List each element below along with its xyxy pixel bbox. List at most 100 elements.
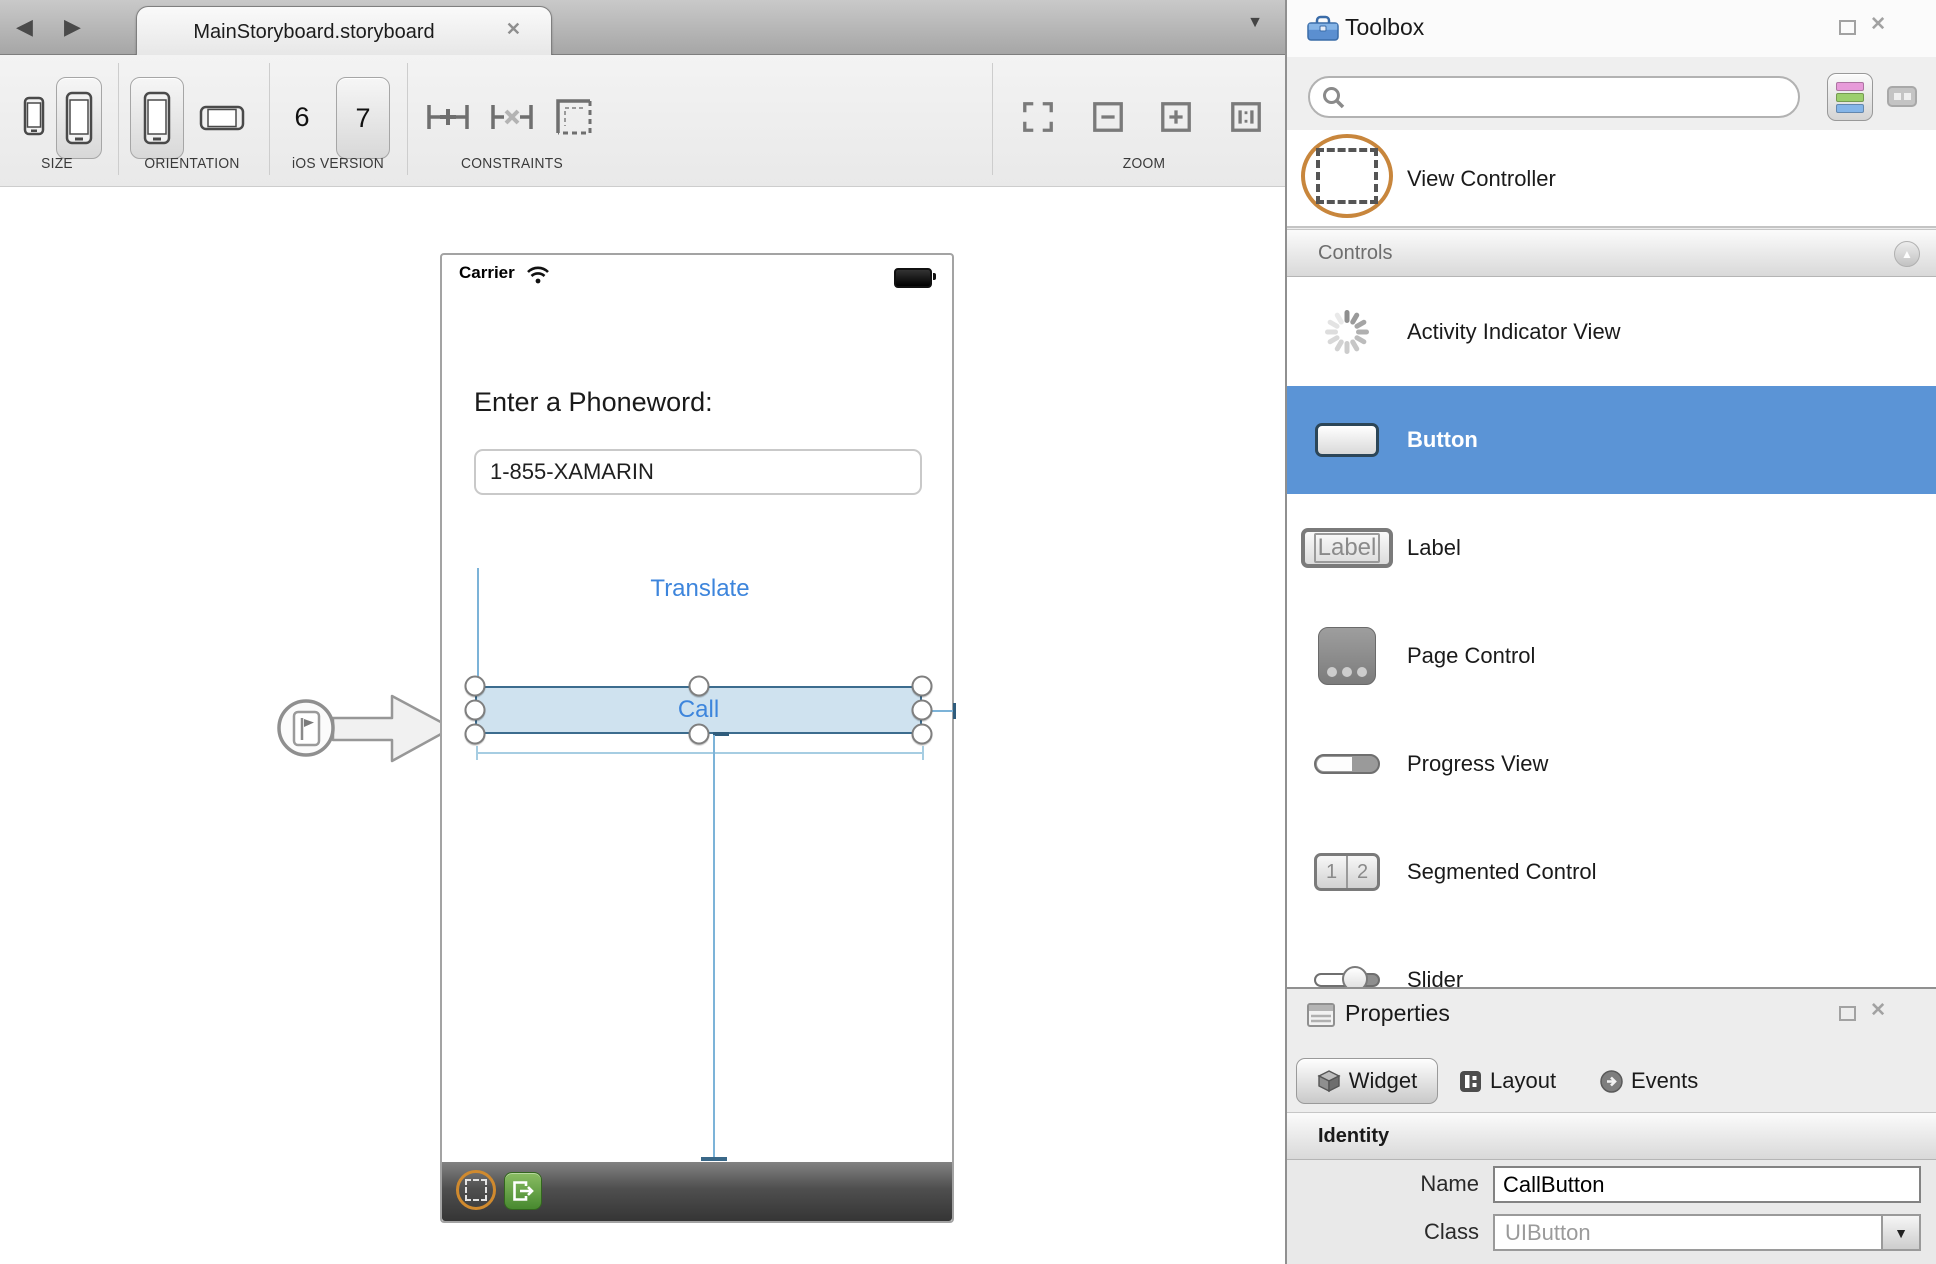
zoom-in-icon xyxy=(1159,100,1193,134)
update-frames-button[interactable] xyxy=(552,97,596,137)
resize-handle-mid-right[interactable] xyxy=(912,700,933,721)
resize-handle-mid-left[interactable] xyxy=(465,700,486,721)
chevron-down-icon: ▼ xyxy=(1894,1225,1908,1241)
page-control-icon xyxy=(1318,627,1376,685)
back-icon[interactable]: ◀ xyxy=(16,14,33,40)
class-combo[interactable]: UIButton ▼ xyxy=(1493,1214,1921,1251)
list-item-label: Page Control xyxy=(1407,602,1535,710)
cube-icon xyxy=(1317,1069,1341,1093)
resize-handle-bottom-right[interactable] xyxy=(912,724,933,745)
zoom-actual-size-button[interactable] xyxy=(1226,97,1266,137)
name-input[interactable] xyxy=(1493,1166,1921,1203)
tab-events[interactable]: Events xyxy=(1600,1058,1698,1104)
status-bar-carrier: Carrier xyxy=(459,263,515,283)
toolbox-view-controller-row[interactable]: View Controller xyxy=(1287,130,1936,228)
toolbar-divider xyxy=(118,63,119,175)
close-icon[interactable]: ✕ xyxy=(1870,999,1886,1022)
phone-design-surface[interactable]: Carrier Enter a Phoneword: 1-855-XAMARIN… xyxy=(440,253,954,1223)
dock-icon[interactable] xyxy=(1839,1006,1856,1021)
phone-number-field[interactable]: 1-855-XAMARIN xyxy=(474,449,922,495)
collapse-icon[interactable]: ▲ xyxy=(1894,241,1920,267)
phone-portrait-icon xyxy=(143,91,171,145)
list-item-page-control[interactable]: Page Control xyxy=(1287,602,1936,710)
constraint-vline-left xyxy=(477,568,479,687)
list-item-segmented-control[interactable]: 1 2 Segmented Control xyxy=(1287,818,1936,926)
list-item-label: Button xyxy=(1407,386,1478,494)
tab-layout[interactable]: Layout xyxy=(1459,1058,1556,1104)
label-icon-text: Label xyxy=(1314,533,1381,563)
add-constraint-button[interactable] xyxy=(424,97,472,137)
tab-events-label: Events xyxy=(1631,1068,1698,1094)
category-blue-bar xyxy=(1836,104,1864,113)
zoom-out-button[interactable] xyxy=(1088,97,1128,137)
flag-icon xyxy=(294,712,319,745)
constraints-label: CONSTRAINTS xyxy=(451,155,572,172)
controls-section-header[interactable]: Controls ▲ xyxy=(1287,229,1936,277)
identity-section-header: Identity xyxy=(1287,1112,1936,1160)
size-small-phone-button[interactable] xyxy=(20,93,48,139)
list-item-slider[interactable]: Slider xyxy=(1287,926,1936,987)
clear-constraints-icon xyxy=(490,99,534,135)
compact-view-button[interactable] xyxy=(1887,86,1917,107)
tab-close-icon[interactable]: ✕ xyxy=(506,19,521,40)
ios-version-label: iOS VERSION xyxy=(277,155,398,172)
resize-handle-bottom-center[interactable] xyxy=(689,724,710,745)
identity-form: Name Class UIButton ▼ xyxy=(1287,1160,1936,1264)
forward-icon[interactable]: ▶ xyxy=(64,14,81,40)
view-controller-icon[interactable] xyxy=(456,1170,496,1210)
translate-button[interactable]: Translate xyxy=(625,575,775,603)
class-combo-dropdown-button[interactable]: ▼ xyxy=(1881,1216,1919,1249)
zoom-out-icon xyxy=(1091,100,1125,134)
close-icon[interactable]: ✕ xyxy=(1870,13,1886,36)
resize-handle-bottom-left[interactable] xyxy=(465,724,486,745)
phone-small-icon xyxy=(23,96,45,136)
orientation-label: ORIENTATION xyxy=(130,155,253,172)
list-item-label: Segmented Control xyxy=(1407,818,1597,926)
list-item-label: Slider xyxy=(1407,926,1463,987)
toolbox-header: Toolbox ✕ xyxy=(1287,0,1936,57)
zoom-fit-button[interactable] xyxy=(1018,97,1058,137)
ios-version-7-button[interactable]: 7 xyxy=(336,77,390,159)
segment-1-text: 1 xyxy=(1317,856,1348,888)
zoom-fit-icon xyxy=(1021,100,1055,134)
orientation-landscape-button[interactable] xyxy=(198,103,246,133)
tab-widget-label: Widget xyxy=(1349,1068,1417,1094)
clear-constraints-button[interactable] xyxy=(488,97,536,137)
exit-segue-icon[interactable] xyxy=(504,1172,542,1210)
controls-section-label: Controls xyxy=(1318,230,1392,277)
list-item-label-control[interactable]: Label Label xyxy=(1287,494,1936,602)
width-span-line xyxy=(477,752,923,754)
resize-handle-top-center[interactable] xyxy=(689,676,710,697)
orientation-portrait-button[interactable] xyxy=(130,77,184,159)
design-canvas[interactable]: Carrier Enter a Phoneword: 1-855-XAMARIN… xyxy=(0,187,1285,1264)
tab-mainstoryboard[interactable]: MainStoryboard.storyboard ✕ xyxy=(136,6,552,55)
category-pink-bar xyxy=(1836,82,1864,91)
toolbar-divider xyxy=(269,63,270,175)
zoom-in-button[interactable] xyxy=(1156,97,1196,137)
category-view-button[interactable] xyxy=(1827,73,1873,121)
size-large-phone-button[interactable] xyxy=(56,77,102,159)
search-icon xyxy=(1321,85,1347,111)
ios-version-6-button[interactable]: 6 xyxy=(288,95,316,139)
width-span-tick-right xyxy=(922,746,924,760)
resize-handle-top-right[interactable] xyxy=(912,676,933,697)
phoneword-prompt-label[interactable]: Enter a Phoneword: xyxy=(474,387,713,418)
phone-landscape-icon xyxy=(199,105,245,131)
list-item-button[interactable]: Button xyxy=(1287,386,1936,494)
dock-icon[interactable] xyxy=(1839,20,1856,35)
properties-panel: Properties ✕ Widget xyxy=(1287,987,1936,1264)
tab-widget[interactable]: Widget xyxy=(1296,1058,1438,1104)
app-root: ◀ ▶ MainStoryboard.storyboard ✕ ▼ xyxy=(0,0,1936,1264)
zoom-actual-size-icon xyxy=(1229,100,1263,134)
list-item-progress-view[interactable]: Progress View xyxy=(1287,710,1936,818)
list-item-activity-indicator[interactable]: Activity Indicator View xyxy=(1287,278,1936,386)
name-field-label: Name xyxy=(1287,1171,1479,1197)
search-input[interactable] xyxy=(1308,76,1800,118)
scene-bottom-bar xyxy=(442,1162,952,1221)
progress-view-icon xyxy=(1314,754,1380,774)
zoom-label: ZOOM xyxy=(1102,155,1187,172)
segue-entry-arrow[interactable] xyxy=(276,690,458,766)
resize-handle-top-left[interactable] xyxy=(465,676,486,697)
tab-list-dropdown-icon[interactable]: ▼ xyxy=(1247,14,1263,32)
list-item-label: Progress View xyxy=(1407,710,1548,818)
